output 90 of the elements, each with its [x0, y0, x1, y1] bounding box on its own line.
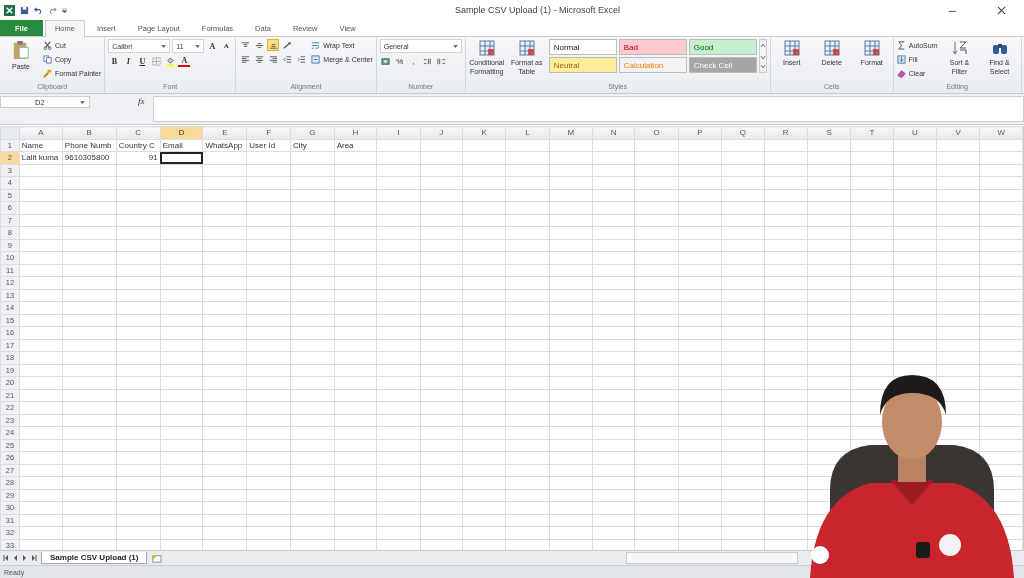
sheet-tab[interactable]: Sample CSV Upload (1)	[41, 552, 148, 564]
column-header[interactable]: C	[116, 126, 161, 139]
scroll-arrows-icon[interactable]	[758, 39, 767, 73]
percent-style-button[interactable]: %	[393, 55, 406, 67]
align-bottom-button[interactable]	[267, 39, 280, 51]
save-icon[interactable]	[20, 5, 29, 15]
currency-button[interactable]	[379, 55, 392, 67]
column-header[interactable]: S	[807, 126, 851, 139]
column-header[interactable]: E	[202, 126, 247, 139]
merge-icon	[311, 54, 321, 64]
brush-icon	[43, 68, 52, 78]
align-center-button[interactable]	[253, 53, 266, 65]
fill-color-button[interactable]	[164, 55, 177, 67]
copy-icon	[43, 54, 52, 64]
vertical-scrollbar[interactable]	[1023, 126, 1024, 550]
table-cell: 9610305800	[64, 153, 110, 163]
table-cell: Phone Numb	[64, 140, 112, 150]
sigma-icon	[896, 40, 906, 50]
align-right-button[interactable]	[267, 53, 280, 65]
column-header[interactable]: G	[290, 126, 335, 139]
new-sheet-icon[interactable]	[151, 553, 163, 563]
table-cell: Country C	[118, 140, 155, 150]
column-header[interactable]: R	[764, 126, 808, 139]
scissors-icon	[43, 40, 52, 50]
table-icon	[783, 40, 800, 56]
column-header[interactable]: P	[678, 126, 722, 139]
sort-icon	[951, 40, 968, 56]
comma-style-button[interactable]: ,	[407, 55, 420, 67]
undo-icon[interactable]	[34, 5, 43, 15]
caret-icon	[452, 44, 458, 48]
italic-button[interactable]: I	[122, 55, 135, 67]
table-cell: 91	[148, 153, 158, 163]
column-header[interactable]: W	[979, 126, 1023, 139]
table-icon	[518, 40, 535, 56]
table-cell: City	[293, 140, 307, 150]
formula-field[interactable]	[152, 96, 1024, 122]
cell-style[interactable]: Normal	[548, 39, 617, 55]
clipboard-icon	[12, 40, 30, 60]
caret-icon	[195, 44, 201, 48]
redo-icon[interactable]	[48, 5, 57, 15]
caret-icon	[80, 100, 85, 104]
grow-font-button[interactable]: A	[206, 40, 219, 52]
orientation-button[interactable]	[281, 39, 294, 51]
window-title: Sample CSV Upload (1) - Microsoft Excel	[453, 5, 622, 15]
cell-style[interactable]: Neutral	[548, 57, 617, 73]
table-cell: Area	[336, 140, 354, 150]
excel-logo-icon	[4, 4, 15, 16]
bold-button[interactable]: B	[108, 55, 121, 67]
column-header[interactable]: T	[850, 126, 894, 139]
column-header[interactable]: B	[62, 126, 117, 139]
close-icon[interactable]	[997, 5, 1006, 15]
wrap-text-icon	[311, 40, 321, 50]
fill-down-icon	[896, 54, 906, 64]
table-cell: WhatsApp	[205, 140, 243, 150]
customize-icon[interactable]	[62, 7, 67, 13]
column-header[interactable]: M	[549, 126, 593, 139]
table-icon	[823, 40, 840, 56]
table-cell: Name	[21, 140, 44, 150]
column-header[interactable]: N	[592, 126, 635, 139]
active-cell[interactable]	[160, 151, 203, 164]
cell-style[interactable]: Bad	[618, 39, 687, 55]
underline-button[interactable]: U	[136, 55, 149, 67]
column-header[interactable]: H	[334, 126, 377, 139]
column-header[interactable]: J	[420, 126, 463, 139]
decrease-indent-button[interactable]	[281, 53, 294, 65]
table-cell: Email	[162, 140, 183, 150]
table-icon	[478, 40, 495, 56]
column-header[interactable]: Q	[721, 126, 765, 139]
caret-icon	[161, 44, 167, 48]
table-icon	[863, 40, 880, 56]
column-header[interactable]: O	[634, 126, 679, 139]
increase-indent-button[interactable]	[295, 53, 308, 65]
table-cell: Lalit kuma	[21, 153, 59, 163]
cell-style[interactable]: Good	[688, 39, 757, 55]
align-left-button[interactable]	[239, 53, 252, 65]
column-header[interactable]: D	[160, 126, 203, 139]
column-header[interactable]: F	[246, 126, 291, 139]
table-cell: User Id	[249, 140, 276, 150]
column-header[interactable]: V	[936, 126, 980, 139]
column-header[interactable]: I	[376, 126, 421, 139]
sheet-navigation-icon[interactable]	[3, 555, 37, 561]
column-header[interactable]: L	[505, 126, 550, 139]
column-header[interactable]: K	[462, 126, 506, 139]
eraser-icon	[896, 68, 906, 78]
horizontal-scrollbar[interactable]	[626, 552, 799, 564]
font-color-button[interactable]: A	[178, 55, 191, 67]
function-button[interactable]: fx	[134, 96, 149, 106]
column-header[interactable]: A	[19, 126, 63, 139]
column-header[interactable]: U	[893, 126, 937, 139]
borders-button[interactable]	[150, 55, 163, 67]
